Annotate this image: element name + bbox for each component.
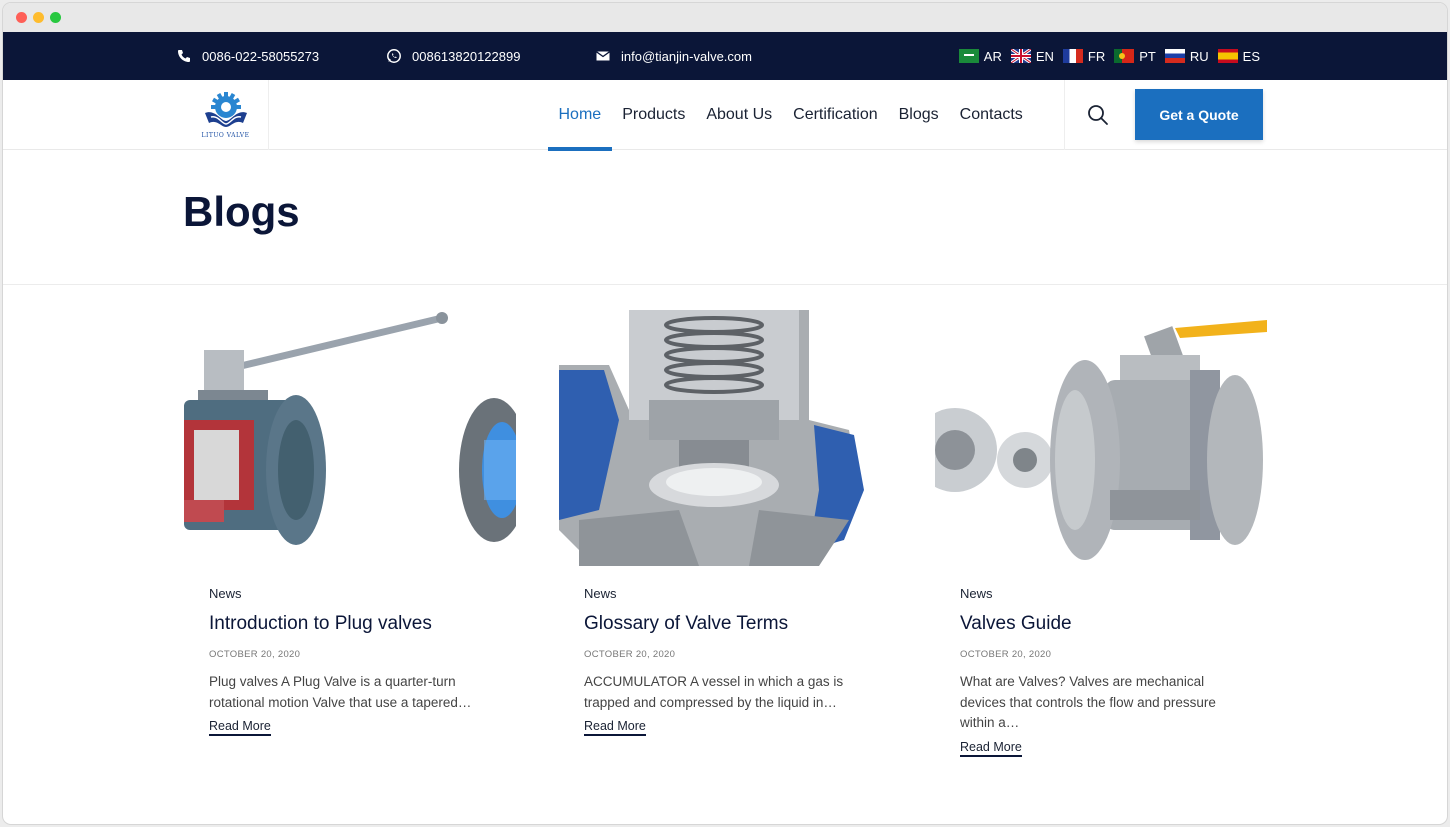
phone-icon: [178, 50, 190, 62]
nav-item-products[interactable]: Products: [612, 80, 696, 150]
whatsapp-icon: [387, 49, 401, 63]
maximize-window-button[interactable]: [50, 12, 61, 23]
language-label: PT: [1139, 48, 1156, 64]
search-icon[interactable]: [1087, 104, 1109, 126]
post-title[interactable]: Glossary of Valve Terms: [584, 613, 866, 635]
blog-card: News Glossary of Valve Terms OCTOBER 20,…: [559, 310, 891, 736]
minimize-window-button[interactable]: [33, 12, 44, 23]
read-more-link[interactable]: Read More: [209, 719, 271, 736]
language-label: EN: [1035, 48, 1054, 64]
language-label: FR: [1087, 48, 1106, 64]
read-more-link[interactable]: Read More: [584, 719, 646, 736]
post-title[interactable]: Introduction to Plug valves: [209, 613, 491, 635]
contact-topbar: 0086-022-58055273 008613820122899 info@t…: [3, 32, 1447, 80]
post-excerpt: ACCUMULATOR A vessel in which a gas is t…: [584, 674, 844, 710]
window-titlebar: [3, 3, 1447, 32]
get-a-quote-button[interactable]: Get a Quote: [1135, 89, 1263, 140]
russia-flag-icon: [1164, 49, 1185, 63]
spain-flag-icon: [1217, 49, 1238, 63]
language-label: AR: [983, 48, 1002, 64]
logo-gear-icon: [204, 92, 247, 127]
blog-card: News Valves Guide OCTOBER 20, 2020 What …: [935, 310, 1267, 757]
language-label: ES: [1242, 48, 1260, 64]
nav-item-about-us[interactable]: About Us: [696, 80, 783, 150]
whatsapp-contact[interactable]: 008613820122899: [386, 32, 520, 80]
email-address: info@tianjin-valve.com: [621, 48, 752, 64]
phone-contact[interactable]: 0086-022-58055273: [176, 32, 319, 80]
nav-divider: [1064, 80, 1065, 150]
post-date: OCTOBER 20, 2020: [209, 649, 301, 660]
phone-number: 0086-022-58055273: [202, 48, 320, 64]
post-category[interactable]: News: [960, 586, 1242, 601]
page-title: Blogs: [183, 188, 300, 235]
logo-text: LITUO VALVE: [201, 132, 250, 139]
language-es[interactable]: ES: [1217, 48, 1260, 64]
main-menu: Home Products About Us Certification Blo…: [548, 80, 1033, 151]
site-logo[interactable]: LITUO VALVE: [183, 80, 269, 150]
read-more-link[interactable]: Read More: [960, 740, 1022, 757]
language-ar[interactable]: AR: [958, 48, 1002, 64]
globe-valve-image[interactable]: [559, 310, 891, 566]
nav-item-certification[interactable]: Certification: [783, 80, 888, 150]
france-flag-icon: [1062, 49, 1083, 63]
main-navbar: LITUO VALVE Home Products About Us Certi…: [3, 80, 1447, 151]
nav-item-contacts[interactable]: Contacts: [949, 80, 1033, 150]
post-category[interactable]: News: [584, 586, 866, 601]
uk-flag-icon: [1010, 49, 1031, 63]
nav-item-blogs[interactable]: Blogs: [888, 80, 949, 150]
post-date: OCTOBER 20, 2020: [960, 649, 1052, 660]
plug-valve-image[interactable]: [184, 310, 516, 566]
email-contact[interactable]: info@tianjin-valve.com: [595, 32, 752, 80]
nav-item-home[interactable]: Home: [548, 80, 612, 151]
post-date: OCTOBER 20, 2020: [584, 649, 676, 660]
blog-card: News Introduction to Plug valves OCTOBER…: [184, 310, 516, 736]
language-switcher: AR EN FR PT RU ES: [958, 32, 1260, 80]
language-ru[interactable]: RU: [1164, 48, 1209, 64]
post-excerpt: What are Valves? Valves are mechanical d…: [960, 674, 1216, 730]
language-en[interactable]: EN: [1010, 48, 1054, 64]
close-window-button[interactable]: [16, 12, 27, 23]
ball-valve-image[interactable]: [935, 310, 1267, 566]
post-excerpt: Plug valves A Plug Valve is a quarter-tu…: [209, 674, 472, 710]
post-title[interactable]: Valves Guide: [960, 613, 1242, 635]
saudi-flag-icon: [958, 49, 979, 63]
language-fr[interactable]: FR: [1062, 48, 1106, 64]
email-icon: [596, 51, 610, 61]
whatsapp-number: 008613820122899: [412, 48, 521, 64]
portugal-flag-icon: [1114, 49, 1135, 63]
language-label: RU: [1189, 48, 1209, 64]
language-pt[interactable]: PT: [1114, 49, 1156, 64]
post-category[interactable]: News: [209, 586, 491, 601]
page-header: Blogs: [3, 150, 1447, 285]
browser-window: 0086-022-58055273 008613820122899 info@t…: [3, 3, 1447, 824]
